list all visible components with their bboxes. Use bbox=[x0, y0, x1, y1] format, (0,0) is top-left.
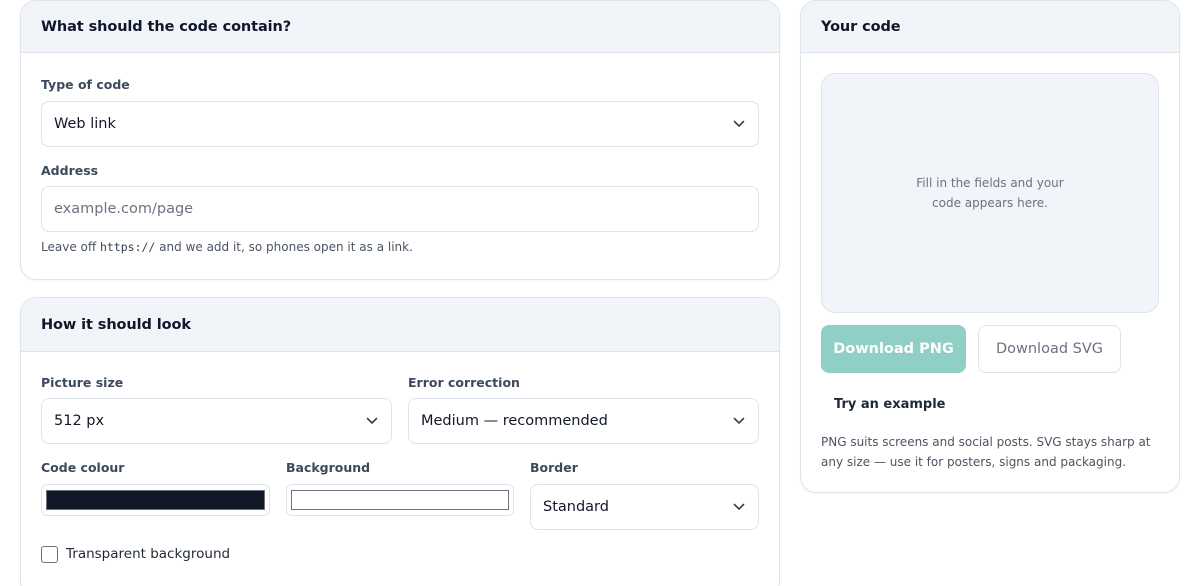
code-colour-swatch bbox=[46, 490, 265, 510]
output-card-header: Your code bbox=[801, 1, 1179, 53]
content-card: What should the code contain? Type of co… bbox=[20, 0, 780, 280]
error-correction-value: Medium — recommended bbox=[421, 413, 608, 429]
border-value: Standard bbox=[543, 499, 609, 515]
transparent-background-checkbox[interactable] bbox=[41, 546, 58, 563]
address-hint-code: https:// bbox=[99, 240, 156, 254]
code-preview: Fill in the fields and your code appears… bbox=[821, 73, 1159, 313]
format-note: PNG suits screens and social posts. SVG … bbox=[821, 435, 1151, 469]
background-colour-picker[interactable] bbox=[286, 484, 514, 516]
transparent-background-label: Transparent background bbox=[66, 546, 231, 562]
content-card-title: What should the code contain? bbox=[41, 18, 292, 35]
download-png-button[interactable]: Download PNG bbox=[821, 325, 966, 373]
type-of-code-value: Web link bbox=[54, 116, 116, 132]
type-of-code-select[interactable]: Web link bbox=[41, 101, 759, 147]
error-correction-label: Error correction bbox=[408, 375, 520, 390]
address-hint-prefix: Leave off bbox=[41, 240, 97, 254]
look-card-title: How it should look bbox=[41, 316, 191, 333]
type-of-code-label: Type of code bbox=[41, 77, 130, 92]
code-colour-picker[interactable] bbox=[41, 484, 270, 516]
picture-size-select[interactable]: 512 px bbox=[41, 398, 392, 444]
output-card: Your code Fill in the fields and your co… bbox=[800, 0, 1180, 493]
address-label: Address bbox=[41, 163, 99, 178]
address-placeholder: example.com/page bbox=[54, 201, 194, 217]
try-example-button[interactable]: Try an example bbox=[834, 397, 946, 412]
chevron-down-icon bbox=[365, 414, 379, 428]
look-card: How it should look Picture size 512 px E… bbox=[20, 297, 780, 586]
picture-size-label: Picture size bbox=[41, 375, 124, 390]
address-hint-suffix: and we add it, so phones open it as a li… bbox=[159, 240, 413, 254]
border-label: Border bbox=[530, 460, 578, 475]
code-colour-label: Code colour bbox=[41, 460, 125, 475]
chevron-down-icon bbox=[732, 500, 746, 514]
address-input[interactable]: example.com/page bbox=[41, 186, 759, 232]
look-card-header: How it should look bbox=[21, 298, 779, 352]
output-card-title: Your code bbox=[821, 18, 901, 35]
background-label: Background bbox=[286, 460, 371, 475]
picture-size-value: 512 px bbox=[54, 413, 105, 429]
error-correction-select[interactable]: Medium — recommended bbox=[408, 398, 759, 444]
chevron-down-icon bbox=[732, 117, 746, 131]
content-card-header: What should the code contain? bbox=[21, 1, 779, 53]
border-select[interactable]: Standard bbox=[530, 484, 759, 530]
address-hint: Leave off https:// and we add it, so pho… bbox=[41, 240, 413, 254]
preview-placeholder-text: Fill in the fields and your code appears… bbox=[916, 176, 1064, 210]
chevron-down-icon bbox=[732, 414, 746, 428]
background-colour-swatch bbox=[291, 490, 509, 510]
download-svg-button[interactable]: Download SVG bbox=[978, 325, 1121, 373]
